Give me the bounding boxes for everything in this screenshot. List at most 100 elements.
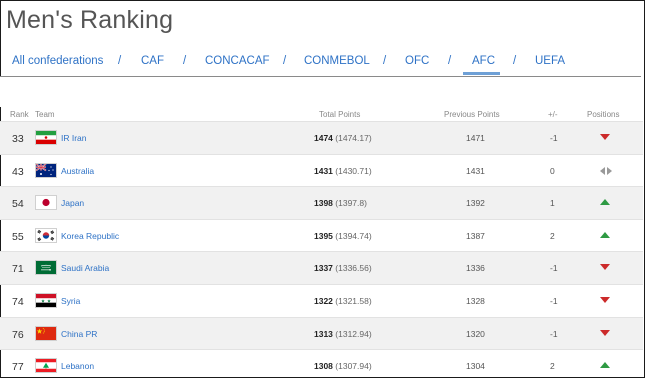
total-points-cell: 1337 (1336.56) <box>314 263 372 273</box>
rank-cell: 71 <box>12 263 24 276</box>
nav-separator: / <box>183 55 187 67</box>
nav-ofc[interactable]: OFC <box>405 55 429 67</box>
nav-uefa[interactable]: UEFA <box>535 55 565 67</box>
header-previous-points: Previous Points <box>444 110 500 119</box>
korea-flag-icon <box>35 227 57 243</box>
table-row: 71 Saudi Arabia 1337 (1336.56) 1336 -1 <box>0 251 643 285</box>
points-exact: (1394.74) <box>335 230 372 241</box>
team-link[interactable]: Korea Republic <box>61 231 119 241</box>
total-points-cell: 1308 (1307.94) <box>314 361 372 371</box>
table-row: 77 Lebanon 1308 (1307.94) 1304 2 <box>0 349 643 382</box>
position-change <box>600 199 612 208</box>
position-change <box>600 297 612 306</box>
nav-concacaf[interactable]: CONCACAF <box>205 55 270 67</box>
points-exact: (1321.58) <box>335 296 372 306</box>
table-row: 33 IR Iran 1474 (1474.17) 1471 -1 <box>0 121 643 154</box>
diff-cell: -1 <box>550 296 558 306</box>
arrow-down-icon <box>600 297 610 303</box>
confederation-nav: All confederations / CAF / CONCACAF / CO… <box>0 44 641 77</box>
position-change <box>600 264 612 273</box>
points-exact: (1336.56) <box>335 263 372 274</box>
diff-cell: -1 <box>550 328 558 339</box>
points-value: 1337 <box>314 263 333 274</box>
points-value: 1398 <box>314 198 333 209</box>
total-points-cell: 1395 (1394.74) <box>314 231 372 241</box>
team-link[interactable]: IR Iran <box>61 133 87 143</box>
nav-all-confederations[interactable]: All confederations <box>12 55 103 67</box>
nav-separator: / <box>448 55 452 67</box>
total-points-cell: 1398 (1397.8) <box>314 198 367 208</box>
previous-points-cell: 1387 <box>466 230 485 241</box>
australia-flag-icon <box>35 162 57 178</box>
header-team: Team <box>35 110 55 119</box>
arrow-down-icon <box>600 329 610 336</box>
team-link[interactable]: Saudi Arabia <box>61 263 109 273</box>
diff-cell: -1 <box>550 133 558 143</box>
arrow-down-icon <box>600 134 610 140</box>
table-row: 43 Australia 1431 (1430.71) 1431 0 <box>0 153 643 187</box>
points-exact: (1474.17) <box>335 133 372 143</box>
points-value: 1308 <box>314 361 333 372</box>
rank-cell: 76 <box>12 328 24 341</box>
rank-cell: 74 <box>12 296 24 308</box>
points-value: 1395 <box>314 230 333 241</box>
page-title: Men's Ranking <box>6 6 174 34</box>
table-row: 54 Japan 1398 (1397.8) 1392 1 <box>0 186 643 220</box>
spacer <box>0 77 643 107</box>
header-positions: Positions <box>587 110 620 119</box>
diff-cell: -1 <box>550 263 558 274</box>
syria-flag-icon <box>35 293 57 308</box>
previous-points-cell: 1328 <box>466 296 485 306</box>
points-value: 1474 <box>314 133 333 143</box>
unchanged-arrows-icon <box>600 166 614 176</box>
arrow-up-icon <box>600 199 610 206</box>
nav-caf[interactable]: CAF <box>141 55 164 67</box>
previous-points-cell: 1392 <box>466 198 485 209</box>
total-points-cell: 1431 (1430.71) <box>314 166 372 176</box>
rank-cell: 43 <box>12 165 24 178</box>
previous-points-cell: 1431 <box>466 165 485 176</box>
previous-points-cell: 1471 <box>466 133 485 143</box>
nav-afc[interactable]: AFC <box>472 55 495 67</box>
points-value: 1313 <box>314 328 333 339</box>
lebanon-flag-icon <box>35 358 57 374</box>
header-diff: +/- <box>548 110 558 119</box>
nav-separator: / <box>118 55 122 67</box>
points-exact: (1397.8) <box>335 198 367 209</box>
arrow-up-icon <box>600 231 610 238</box>
diff-cell: 2 <box>550 361 555 372</box>
total-points-cell: 1474 (1474.17) <box>314 133 372 143</box>
nav-separator: / <box>383 55 387 67</box>
table-row: 76 China PR 1313 (1312.94) 1320 -1 <box>0 316 643 350</box>
arrow-up-icon <box>600 362 610 369</box>
team-link[interactable]: China PR <box>61 329 97 339</box>
rank-cell: 55 <box>12 230 24 243</box>
team-link[interactable]: Syria <box>61 296 80 306</box>
iran-flag-icon <box>35 130 57 145</box>
points-exact: (1307.94) <box>335 361 372 372</box>
diff-cell: 1 <box>550 198 555 209</box>
nav-separator: / <box>513 55 517 67</box>
points-value: 1322 <box>314 296 333 306</box>
position-change <box>600 362 612 371</box>
nav-separator: / <box>283 55 287 67</box>
team-link[interactable]: Lebanon <box>61 361 94 371</box>
saudi-arabia-flag-icon <box>35 260 57 276</box>
rank-cell: 33 <box>12 133 24 145</box>
diff-cell: 2 <box>550 230 555 241</box>
previous-points-cell: 1320 <box>466 328 485 339</box>
position-change <box>600 166 614 176</box>
total-points-cell: 1322 (1321.58) <box>314 296 372 306</box>
total-points-cell: 1313 (1312.94) <box>314 329 372 339</box>
position-change <box>600 329 612 339</box>
header-total-points: Total Points <box>319 110 361 119</box>
china-flag-icon <box>35 325 57 341</box>
team-link[interactable]: Japan <box>61 198 84 208</box>
arrow-down-icon <box>600 264 610 271</box>
points-exact: (1312.94) <box>335 328 372 339</box>
previous-points-cell: 1336 <box>466 263 485 274</box>
team-link[interactable]: Australia <box>61 166 94 176</box>
japan-flag-icon <box>35 195 57 211</box>
table-row: 74 Syria 1322 (1321.58) 1328 -1 <box>0 284 643 317</box>
nav-conmebol[interactable]: CONMEBOL <box>304 55 370 67</box>
